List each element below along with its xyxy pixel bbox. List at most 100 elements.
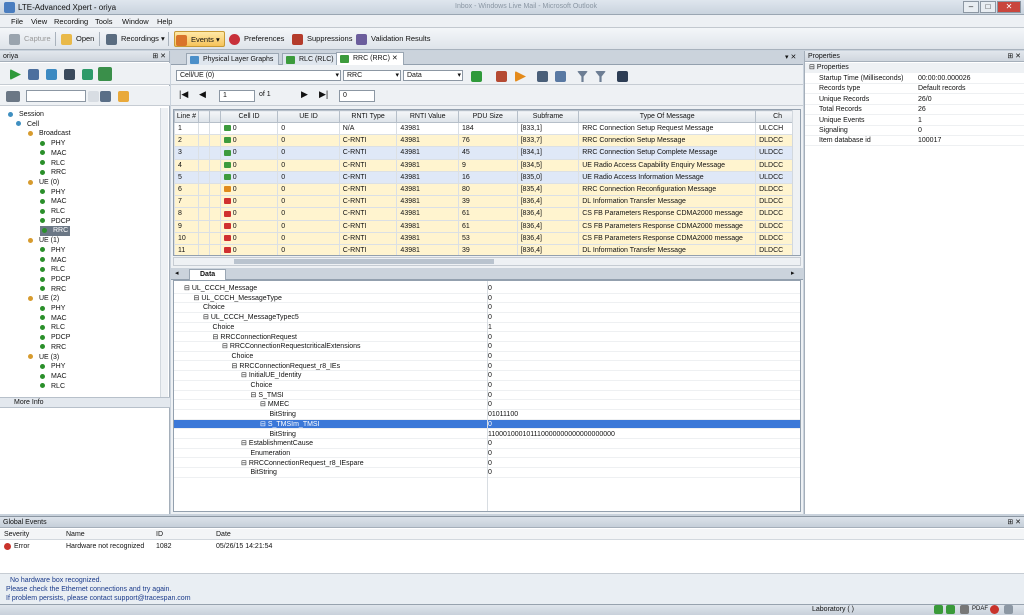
menu-tools[interactable]: Tools (95, 17, 113, 26)
scroll-left-icon[interactable]: ◂ (175, 269, 179, 277)
tree-item-phy[interactable]: PHY (40, 188, 65, 198)
tree-item-cell[interactable]: Cell (16, 120, 39, 130)
column-header[interactable]: Cell ID (219, 110, 279, 123)
pin-icon[interactable]: ⊞ ✕ (1007, 517, 1021, 528)
tab-rrc[interactable]: RRC (RRC) ✕ (336, 52, 404, 65)
tree-item-session[interactable]: Session (8, 110, 44, 120)
tree-item-rrc[interactable]: RRC (40, 343, 66, 353)
tree-item-phy[interactable]: PHY (40, 139, 65, 149)
tree-item-rlc[interactable]: RLC (40, 323, 65, 333)
tree-item-pdcp[interactable]: PDCP (40, 333, 70, 343)
stats-icon[interactable] (64, 69, 75, 80)
table-row[interactable]: 5 0 0 C-RNTI 43981 16 [835,0] UE Radio Access I… (174, 170, 800, 184)
last-record-button[interactable]: ▶| (319, 89, 328, 100)
scroll-right-icon[interactable]: ▸ (791, 269, 795, 277)
refresh-icon[interactable] (471, 71, 482, 82)
table-row[interactable]: 11 0 0 C-RNTI 43981 39 [836,4] DL Information T… (174, 243, 800, 255)
table-row[interactable]: 9 0 0 C-RNTI 43981 61 [836,4] CS FB Parameters … (174, 219, 800, 233)
col-name[interactable]: Name (66, 529, 85, 540)
properties-group[interactable]: ⊟ Properties (805, 63, 1024, 73)
sort-icon[interactable] (100, 91, 111, 102)
monitor-icon[interactable] (617, 71, 628, 82)
options-icon[interactable] (1004, 605, 1013, 614)
layer-select[interactable]: RRC (343, 70, 401, 81)
tree-item-ue-3[interactable]: UE (3) (28, 353, 59, 363)
recordings-button[interactable]: Recordings ▾ (105, 31, 165, 47)
tree-item-ue-1[interactable]: UE (1) (28, 236, 59, 246)
property-row[interactable]: Signaling 0 (805, 126, 1024, 136)
cell-ue-select[interactable]: Cell/UE (0) (176, 70, 341, 81)
tree-item-rrc[interactable]: RRC (40, 285, 66, 295)
play-icon[interactable] (515, 71, 526, 82)
menu-view[interactable]: View (31, 17, 47, 26)
table-row[interactable]: 2 0 0 C-RNTI 43981 76 [833,7] RRC Connection Se… (174, 134, 800, 148)
property-row[interactable]: Unique Events 1 (805, 116, 1024, 126)
column-header[interactable]: RNTI Type (338, 110, 398, 123)
collapse-icon[interactable]: ⊟ (241, 460, 249, 467)
tree-item-rlc[interactable]: RLC (40, 382, 65, 392)
suppressions-button[interactable]: Suppressions (291, 31, 352, 47)
grid-vertical-scrollbar[interactable] (792, 110, 800, 255)
collapse-icon[interactable]: ⊟ (241, 440, 249, 447)
property-row[interactable]: Item database id 100017 (805, 136, 1024, 147)
grid-horizontal-scrollbar[interactable] (173, 257, 801, 266)
tree-item-mac[interactable]: MAC (40, 314, 67, 324)
tree-item-ue-2[interactable]: UE (2) (28, 294, 59, 304)
tree-item-mac[interactable]: MAC (40, 149, 67, 159)
network-icon[interactable] (98, 67, 112, 81)
tree-item-phy[interactable]: PHY (40, 246, 65, 256)
tree-item-rlc[interactable]: RLC (40, 207, 65, 217)
table-row[interactable]: 4 0 0 C-RNTI 43981 9 [834,5] UE Radio Access Ca… (174, 158, 800, 172)
tree-scrollbar[interactable] (160, 108, 168, 398)
close-button[interactable]: ✕ (997, 1, 1021, 13)
layout-icon[interactable] (6, 91, 20, 102)
tab-menu-icon[interactable]: ▾ ✕ (785, 53, 796, 61)
tree-item-mac[interactable]: MAC (40, 197, 67, 207)
tree-item-mac[interactable]: MAC (40, 256, 67, 266)
filter-icon[interactable] (577, 71, 588, 82)
capture-button[interactable]: Capture (8, 31, 51, 47)
collapse-icon[interactable]: ⊟ (184, 285, 192, 292)
menu-file[interactable]: File (11, 17, 23, 26)
tree-item-rlc[interactable]: RLC (40, 159, 65, 169)
tree-item-rrc[interactable]: RRC (40, 226, 71, 237)
property-row[interactable]: Records type Default records (805, 84, 1024, 95)
collapse-icon[interactable]: ⊟ (260, 421, 268, 428)
property-row[interactable]: Total Records 26 (805, 105, 1024, 116)
property-row[interactable]: Startup Time (Milliseconds) 00:00:00.0000… (805, 74, 1024, 84)
scroll-thumb[interactable] (234, 259, 494, 264)
table-row[interactable]: 6 0 0 C-RNTI 43981 80 [835,4] RRC Connection Re… (174, 182, 800, 197)
data-select[interactable]: Data (403, 70, 463, 81)
menu-recording[interactable]: Recording (54, 17, 88, 26)
column-header[interactable]: Subframe (516, 110, 580, 123)
page-input[interactable]: 1 (219, 90, 255, 102)
tree-item-mac[interactable]: MAC (40, 372, 67, 382)
column-header[interactable]: Line # (174, 110, 199, 123)
play-icon[interactable] (10, 69, 21, 80)
more-info-header[interactable]: More Info (0, 397, 170, 408)
dropdown-icon[interactable] (88, 91, 99, 102)
collapse-icon[interactable]: ⊟ (241, 372, 249, 379)
collapse-icon[interactable]: ⊟ (222, 343, 230, 350)
pin-icon[interactable]: ⊞ ✕ (152, 51, 166, 62)
refresh-icon[interactable] (118, 91, 129, 102)
tab-physical-layer-graphs[interactable]: Physical Layer Graphs (186, 53, 280, 65)
col-severity[interactable]: Severity (4, 529, 29, 540)
session-search-input[interactable] (26, 90, 86, 102)
tree-item-broadcast[interactable]: Broadcast (28, 129, 71, 139)
export-icon[interactable] (46, 69, 57, 80)
tree-item-rlc[interactable]: RLC (40, 265, 65, 275)
tab-rlc[interactable]: RLC (RLC) (282, 53, 340, 65)
menu-help[interactable]: Help (157, 17, 172, 26)
table-row[interactable]: 10 0 0 C-RNTI 43981 53 [836,4] CS FB Parameters… (174, 231, 800, 245)
column-header[interactable]: Type Of Message (578, 110, 757, 123)
column-header[interactable] (208, 110, 221, 123)
scan-icon[interactable] (28, 69, 39, 80)
col-id[interactable]: ID (156, 529, 163, 540)
table-row[interactable]: 7 0 0 C-RNTI 43981 39 [836,4] DL Information Tr… (174, 195, 800, 209)
events-button[interactable]: Events ▾ (174, 31, 225, 47)
binoculars-icon[interactable] (537, 71, 548, 82)
first-record-button[interactable]: |◀ (179, 89, 188, 100)
event-row[interactable]: Error Hardware not recognized 1082 05/26… (0, 541, 1024, 552)
column-header[interactable]: PDU Size (458, 110, 518, 123)
